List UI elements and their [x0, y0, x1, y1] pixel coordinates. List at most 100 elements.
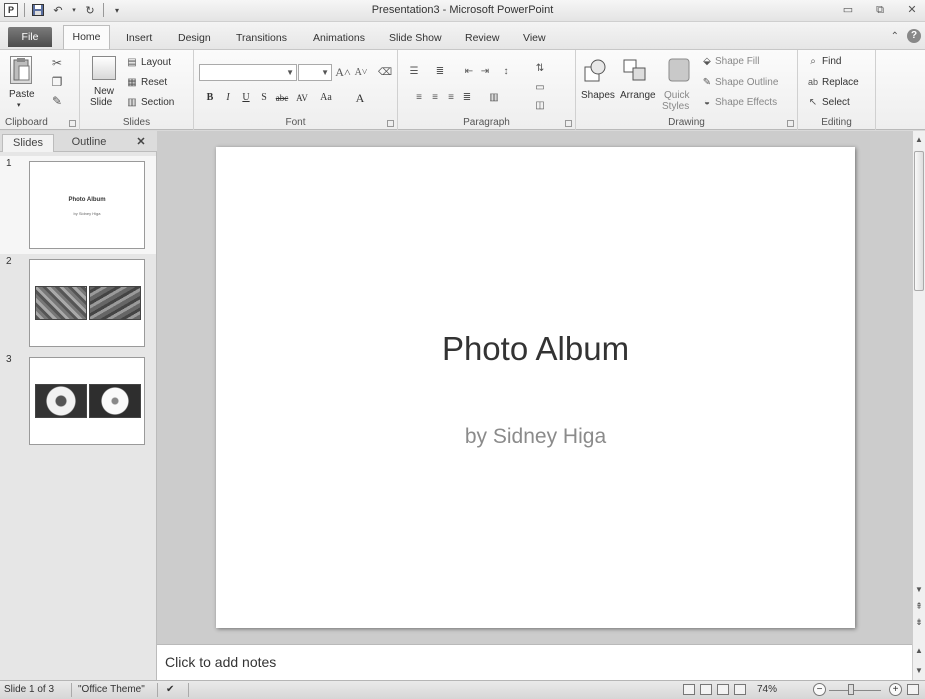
bullets-icon[interactable]: ☰ [406, 64, 422, 78]
notes-scroll-up-icon[interactable]: ▲ [913, 646, 925, 655]
new-slide-button[interactable]: New [94, 86, 114, 97]
close-window-icon[interactable]: ✕ [903, 2, 921, 18]
font-size-dropdown-icon[interactable]: ▼ [321, 68, 329, 77]
powerpoint-app-icon[interactable]: P [4, 3, 18, 17]
quick-styles-button-line2[interactable]: Styles [662, 101, 689, 112]
save-icon[interactable] [31, 3, 45, 17]
slide-thumbnail-row[interactable]: 2 [0, 254, 156, 352]
help-icon[interactable]: ? [907, 29, 921, 43]
tab-transitions[interactable]: Transitions [234, 28, 289, 49]
slide-thumbnail[interactable] [29, 357, 145, 445]
slide-thumbnail-row[interactable]: 3 [0, 352, 156, 450]
section-button[interactable]: Section [141, 97, 174, 108]
undo-dropdown-icon[interactable]: ▾ [71, 3, 77, 17]
slide-thumbnail-row[interactable]: 1 Photo Album by Sidney Higa [0, 156, 156, 254]
minimize-icon[interactable]: ▭ [839, 2, 857, 18]
customize-qat-icon[interactable]: ▾ [110, 3, 124, 17]
arrange-icon[interactable] [623, 56, 647, 84]
shape-effects-button[interactable]: Shape Effects [715, 97, 777, 108]
vertical-scrollbar[interactable]: ▲ ▼ ⇞ ⇟ [912, 131, 925, 644]
character-spacing-icon[interactable]: AV [294, 90, 310, 106]
tab-home[interactable]: Home [63, 25, 110, 49]
notes-placeholder[interactable]: Click to add notes [165, 654, 276, 670]
zoom-in-icon[interactable]: + [889, 683, 902, 696]
smartart-icon[interactable]: ◫ [532, 98, 548, 112]
underline-icon[interactable]: U [238, 90, 254, 106]
align-left-icon[interactable]: ≡ [412, 90, 426, 104]
theme-status[interactable]: "Office Theme" [78, 684, 145, 695]
zoom-level[interactable]: 74% [757, 684, 777, 695]
align-right-icon[interactable]: ≡ [444, 90, 458, 104]
redo-icon[interactable]: ↻ [83, 3, 97, 17]
notes-scrollbar[interactable]: ▲ ▼ [912, 644, 925, 680]
tab-design[interactable]: Design [176, 28, 213, 49]
reading-view-icon[interactable] [717, 684, 729, 695]
slide-thumbnail[interactable]: Photo Album by Sidney Higa [29, 161, 145, 249]
slide-show-view-icon[interactable] [734, 684, 746, 695]
notes-pane[interactable]: Click to add notes [157, 644, 912, 680]
scroll-up-icon[interactable]: ▲ [913, 135, 925, 144]
select-button[interactable]: Select [822, 97, 850, 108]
zoom-slider[interactable] [829, 690, 881, 691]
tab-outline-pane[interactable]: Outline [62, 134, 116, 152]
restore-icon[interactable]: ⧉ [871, 2, 889, 18]
tab-review[interactable]: Review [463, 28, 501, 49]
numbering-icon[interactable]: ≣ [432, 64, 448, 78]
copy-icon[interactable]: ❐ [50, 75, 64, 89]
tab-slides-pane[interactable]: Slides [2, 134, 54, 152]
spell-check-icon[interactable]: ✔ [166, 684, 174, 695]
shapes-icon[interactable] [583, 58, 607, 86]
paste-dropdown-icon[interactable]: ▾ [17, 101, 21, 109]
increase-indent-icon[interactable]: ⇥ [478, 64, 492, 78]
change-case-icon[interactable]: Aa [318, 90, 334, 106]
scroll-down-icon[interactable]: ▼ [913, 585, 925, 594]
new-slide-button-line2[interactable]: Slide [90, 97, 112, 108]
align-center-icon[interactable]: ≡ [428, 90, 442, 104]
format-painter-icon[interactable]: ✎ [50, 94, 64, 108]
close-pane-icon[interactable]: ✕ [134, 134, 148, 152]
current-slide[interactable]: Photo Album by Sidney Higa [216, 147, 855, 628]
cut-icon[interactable]: ✂ [50, 56, 64, 70]
paste-button[interactable]: Paste [9, 89, 35, 100]
columns-icon[interactable]: ▥ [486, 90, 502, 104]
next-slide-icon[interactable]: ⇟ [913, 617, 925, 628]
font-name-combo[interactable]: ▼ [199, 64, 297, 81]
slide-title[interactable]: Photo Album [216, 330, 855, 368]
fit-to-window-icon[interactable] [907, 684, 919, 695]
tab-file[interactable]: File [8, 27, 52, 47]
shape-outline-button[interactable]: Shape Outline [715, 77, 778, 88]
tab-animations[interactable]: Animations [311, 28, 367, 49]
quick-styles-icon[interactable] [666, 56, 692, 84]
undo-icon[interactable]: ↶ [51, 3, 65, 17]
new-slide-icon[interactable] [92, 56, 116, 80]
zoom-slider-knob[interactable] [848, 684, 854, 695]
shape-fill-button[interactable]: Shape Fill [715, 56, 759, 67]
font-launcher-icon[interactable] [387, 120, 394, 127]
notes-scroll-down-icon[interactable]: ▼ [913, 666, 925, 675]
text-direction-icon[interactable]: ⇅ [532, 60, 548, 76]
slide-subtitle[interactable]: by Sidney Higa [216, 425, 855, 449]
italic-icon[interactable]: I [220, 90, 236, 106]
text-shadow-icon[interactable]: S [256, 90, 272, 106]
shapes-button[interactable]: Shapes [581, 90, 615, 101]
line-spacing-icon[interactable]: ↕ [498, 64, 514, 78]
tab-slide-show[interactable]: Slide Show [387, 28, 444, 49]
bold-icon[interactable]: B [202, 90, 218, 106]
previous-slide-icon[interactable]: ⇞ [913, 601, 925, 612]
quick-styles-button[interactable]: Quick [664, 90, 690, 101]
strikethrough-icon[interactable]: abc [274, 90, 290, 106]
tab-view[interactable]: View [521, 28, 548, 49]
tab-insert[interactable]: Insert [124, 28, 154, 49]
font-name-dropdown-icon[interactable]: ▼ [286, 68, 294, 77]
layout-button[interactable]: Layout [141, 57, 171, 68]
font-color-icon[interactable]: A [352, 90, 368, 106]
scrollbar-thumb[interactable] [914, 151, 924, 291]
align-text-icon[interactable]: ▭ [532, 80, 548, 94]
shrink-font-icon[interactable]: A˅ [354, 65, 368, 79]
drawing-launcher-icon[interactable] [787, 120, 794, 127]
normal-view-icon[interactable] [683, 684, 695, 695]
justify-icon[interactable]: ≣ [460, 90, 474, 104]
slide-thumbnail[interactable] [29, 259, 145, 347]
zoom-out-icon[interactable]: − [813, 683, 826, 696]
reset-button[interactable]: Reset [141, 77, 167, 88]
